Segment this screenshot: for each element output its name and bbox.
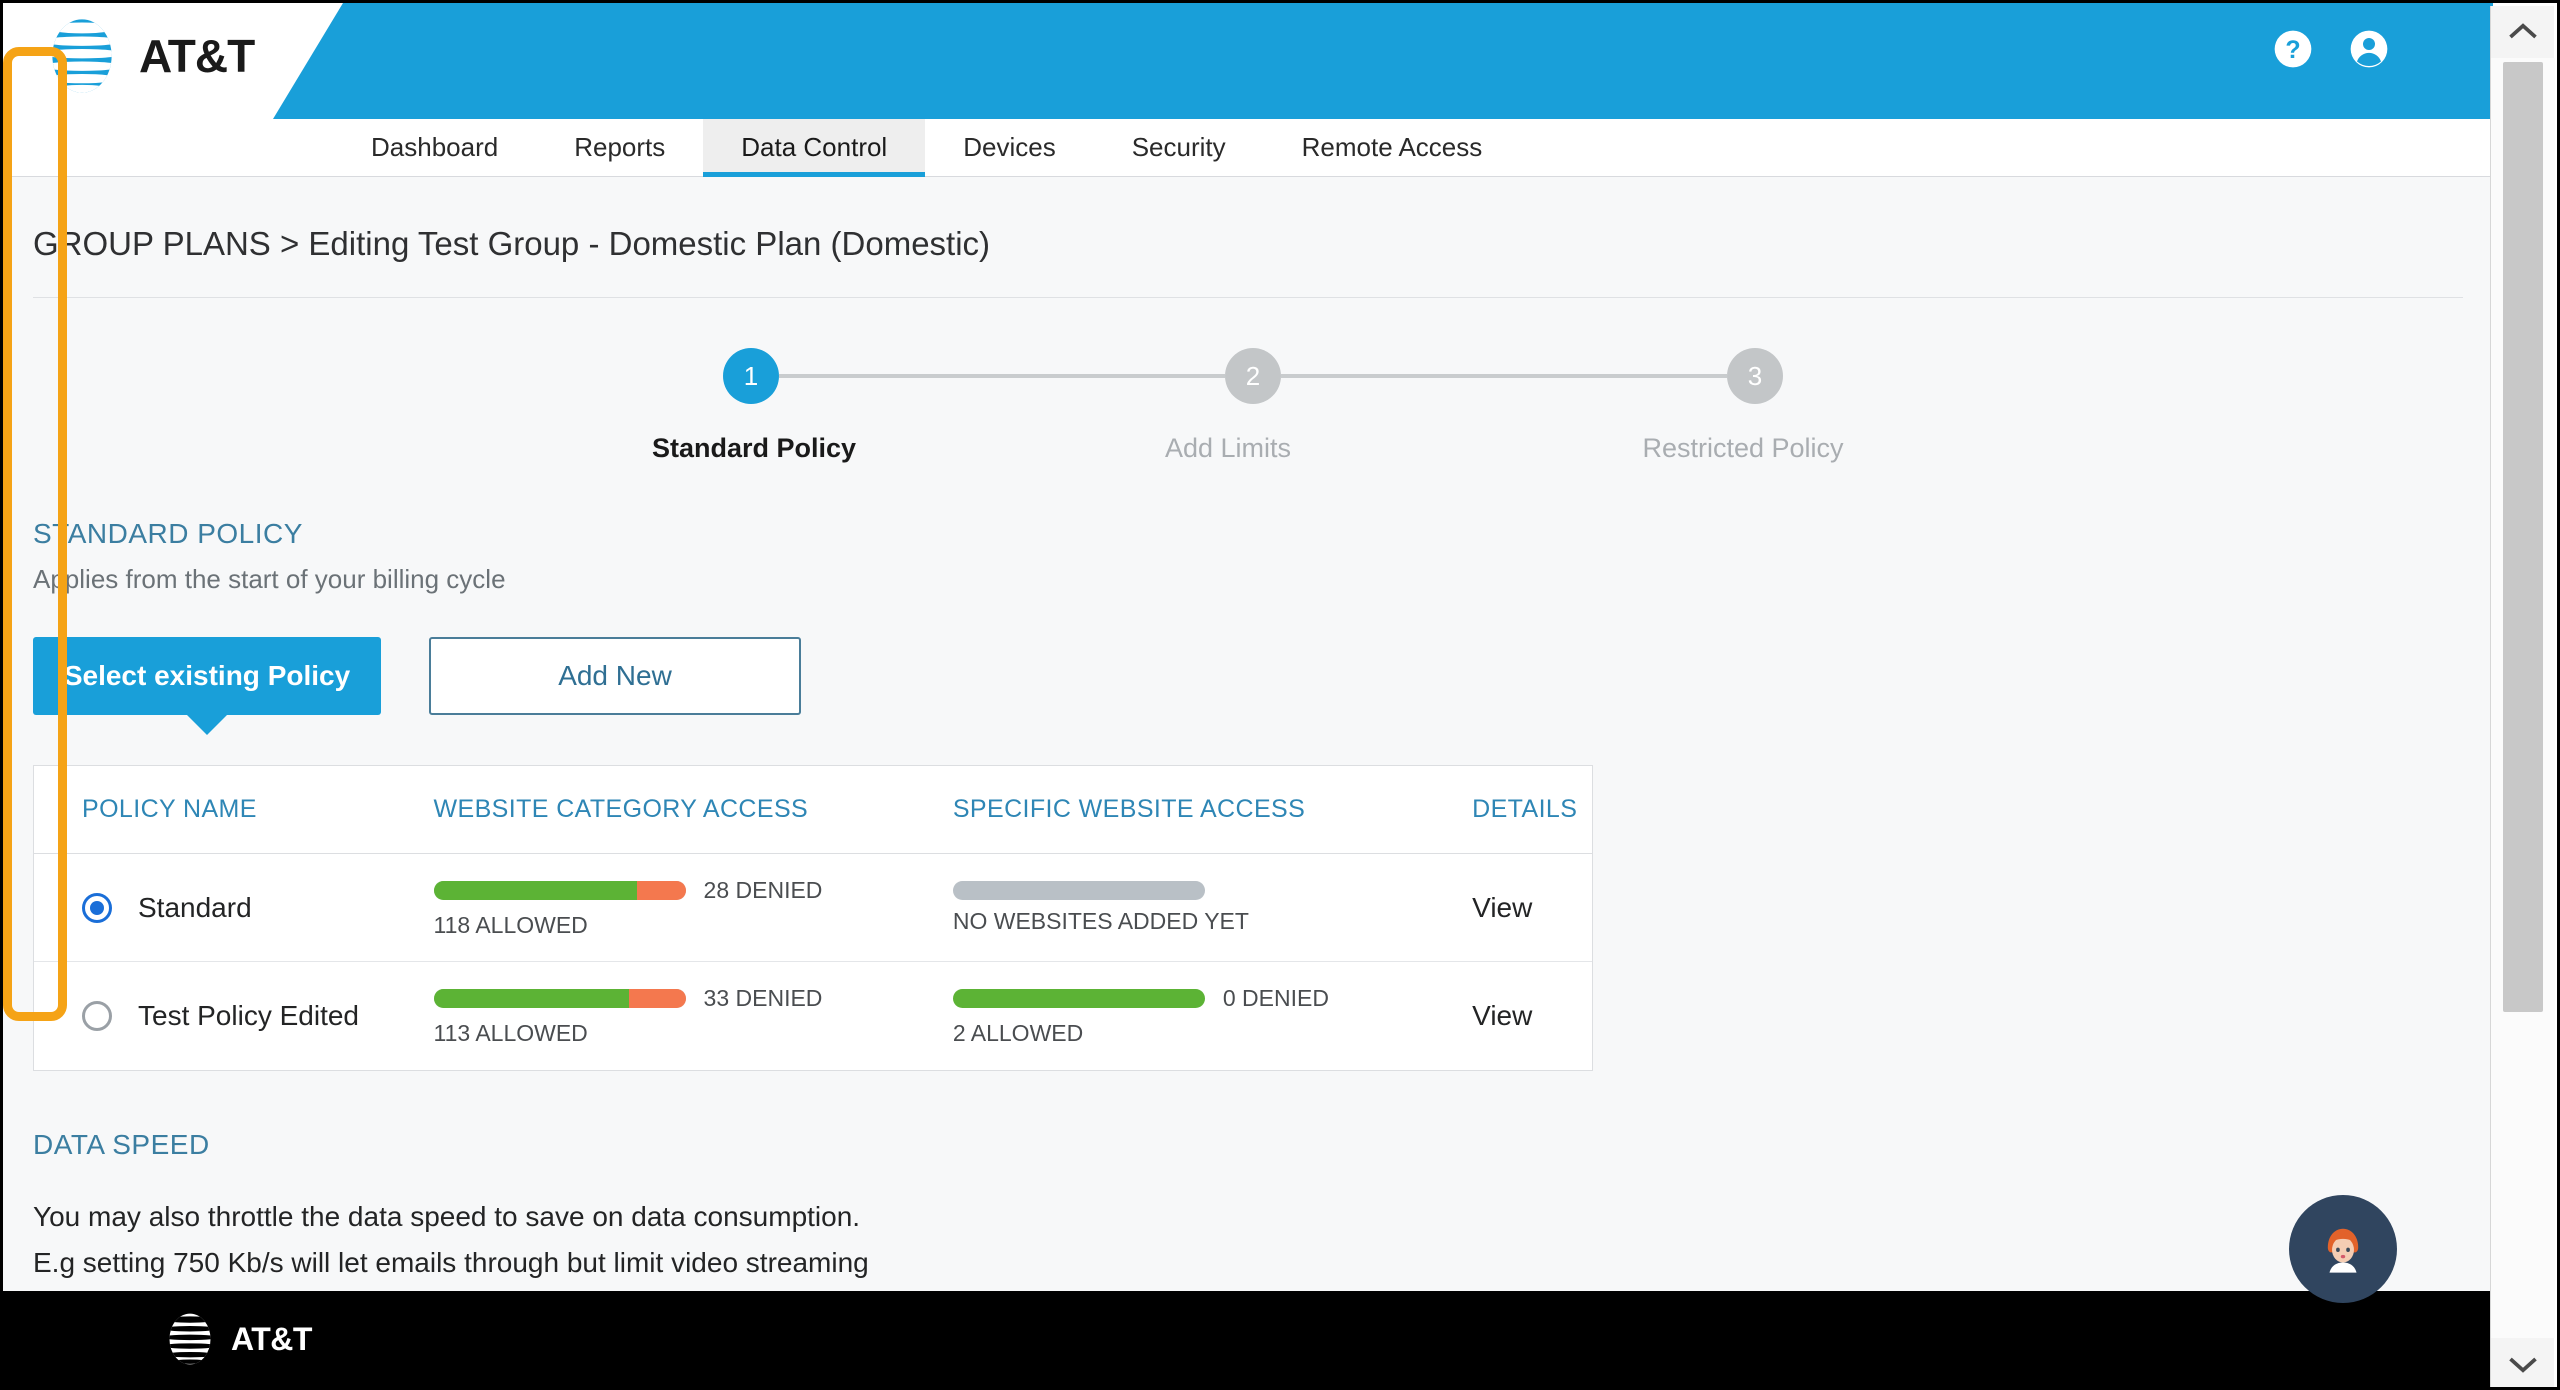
column-header-specific-website-access: SPECIFIC WEBSITE ACCESS xyxy=(952,795,1306,823)
nav-label: Devices xyxy=(963,132,1056,162)
scrollbar-thumb[interactable] xyxy=(2503,62,2543,1012)
view-link[interactable]: View xyxy=(1472,1000,1532,1031)
step-label-restricted-policy: Restricted Policy xyxy=(1642,433,1844,463)
browser-window: AT&T ? Dashboard Reports Data Control De… xyxy=(0,0,2560,1390)
bar-segment-denied xyxy=(637,880,686,900)
wizard-stepper: 1 2 3 Standard Policy Add Limits Restric… xyxy=(33,328,2463,518)
data-speed-heading: DATA SPEED xyxy=(33,1129,210,1160)
policy-radio-test-policy-edited[interactable] xyxy=(82,1001,112,1031)
scroll-down-button[interactable] xyxy=(2491,1338,2555,1387)
virtual-assistant-button[interactable] xyxy=(2289,1195,2397,1303)
website-access-bar xyxy=(952,880,1205,900)
nav-label: Reports xyxy=(574,132,666,162)
header-blue-banner xyxy=(273,3,2493,119)
step-circle-3[interactable]: 3 xyxy=(1727,348,1783,404)
att-globe-icon-footer xyxy=(169,1313,211,1365)
category-denied-label: 33 DENIED xyxy=(703,985,823,1011)
step-circle-2[interactable]: 2 xyxy=(1225,348,1281,404)
policy-name-cell: Standard xyxy=(34,892,434,924)
page-viewport: AT&T ? Dashboard Reports Data Control De… xyxy=(3,3,2493,1387)
policy-name-cell: Test Policy Edited xyxy=(34,1000,434,1032)
step-connector-2 xyxy=(1281,374,1727,378)
step-connector-1 xyxy=(779,374,1225,378)
svg-text:?: ? xyxy=(2285,36,2300,64)
column-header-website-category-access: WEBSITE CATEGORY ACCESS xyxy=(433,795,809,823)
column-header-details: DETAILS xyxy=(1472,795,1578,823)
policy-name-label: Standard xyxy=(138,891,252,923)
footer-brand-text: AT&T xyxy=(231,1320,312,1357)
policy-name-label: Test Policy Edited xyxy=(138,1000,359,1031)
policy-table: POLICY NAME WEBSITE CATEGORY ACCESS SPEC… xyxy=(33,765,1593,1071)
main-navigation: Dashboard Reports Data Control Devices S… xyxy=(3,119,2493,177)
bar-segment-allowed xyxy=(433,880,638,900)
select-existing-policy-button[interactable]: Select existing Policy xyxy=(33,637,381,715)
step-circle-1[interactable]: 1 xyxy=(723,348,779,404)
nav-label: Security xyxy=(1131,132,1226,162)
column-header-policy-name: POLICY NAME xyxy=(82,795,257,823)
standard-policy-heading: STANDARD POLICY xyxy=(33,518,303,549)
add-new-policy-button[interactable]: Add New xyxy=(429,637,801,715)
category-access-bar xyxy=(433,989,686,1008)
help-circle-icon[interactable]: ? xyxy=(2273,29,2313,69)
website-access-cell: 0 DENIED 2 ALLOWED xyxy=(952,985,1472,1047)
header-icon-group: ? xyxy=(2273,29,2389,69)
bar-segment-allowed xyxy=(952,989,1205,1008)
app-header: AT&T ? xyxy=(3,3,2493,119)
website-access-bar xyxy=(952,989,1205,1008)
nav-label: Data Control xyxy=(741,132,888,162)
view-link[interactable]: View xyxy=(1472,892,1532,923)
page-footer: AT&T xyxy=(3,1291,2493,1387)
category-allowed-label: 118 ALLOWED xyxy=(433,911,588,938)
chevron-up-icon xyxy=(2509,23,2537,39)
policy-mode-buttons: Select existing Policy Add New xyxy=(33,637,2463,715)
nav-item-reports[interactable]: Reports xyxy=(536,119,703,176)
table-row[interactable]: Test Policy Edited 33 DENIED 113 ALLOWED xyxy=(34,962,1592,1070)
virtual-assistant-avatar-icon xyxy=(2327,1228,2359,1273)
nav-item-devices[interactable]: Devices xyxy=(925,119,1093,176)
data-speed-description-line2: E.g setting 750 Kb/s will let emails thr… xyxy=(33,1247,869,1278)
details-cell: View xyxy=(1472,1000,1592,1032)
standard-policy-subtitle: Applies from the start of your billing c… xyxy=(33,564,506,594)
vertical-scrollbar[interactable] xyxy=(2490,6,2555,1387)
data-speed-description-line1: You may also throttle the data speed to … xyxy=(33,1201,861,1232)
nav-item-security[interactable]: Security xyxy=(1094,119,1264,176)
nav-item-dashboard[interactable]: Dashboard xyxy=(333,119,536,176)
scroll-up-button[interactable] xyxy=(2491,6,2555,58)
bar-segment-denied xyxy=(628,989,686,1008)
category-access-bar xyxy=(433,880,686,900)
category-allowed-label: 113 ALLOWED xyxy=(433,1020,588,1046)
att-logo[interactable]: AT&T xyxy=(43,17,255,95)
step-label-standard-policy: Standard Policy xyxy=(651,433,857,463)
page-content: GROUP PLANS > Editing Test Group - Domes… xyxy=(3,177,2493,1387)
table-row[interactable]: Standard 28 DENIED 118 ALLOWED NO WEBSIT… xyxy=(34,854,1592,962)
website-allowed-label: 2 ALLOWED xyxy=(952,1020,1084,1046)
policy-radio-standard[interactable] xyxy=(82,892,112,923)
account-circle-icon[interactable] xyxy=(2349,29,2389,69)
step-number: 2 xyxy=(1245,360,1261,391)
step-number: 1 xyxy=(743,360,759,391)
website-denied-label: 0 DENIED xyxy=(1222,985,1329,1011)
policy-table-header: POLICY NAME WEBSITE CATEGORY ACCESS SPEC… xyxy=(34,766,1592,854)
website-empty-label: NO WEBSITES ADDED YET xyxy=(952,907,1249,934)
nav-label: Remote Access xyxy=(1301,132,1483,162)
step-number: 3 xyxy=(1747,360,1763,391)
details-cell: View xyxy=(1472,892,1592,924)
step-label-add-limits: Add Limits xyxy=(1164,433,1292,463)
att-globe-icon xyxy=(52,19,112,93)
breadcrumb: GROUP PLANS > Editing Test Group - Domes… xyxy=(33,177,2463,298)
website-access-cell: NO WEBSITES ADDED YET xyxy=(952,880,1472,935)
att-logo-text: AT&T xyxy=(139,30,255,82)
nav-item-remote-access[interactable]: Remote Access xyxy=(1264,119,1521,176)
chevron-down-icon xyxy=(2509,1357,2537,1373)
bar-segment-allowed xyxy=(433,989,629,1008)
category-denied-label: 28 DENIED xyxy=(703,876,823,903)
category-access-cell: 28 DENIED 118 ALLOWED xyxy=(433,876,953,939)
category-access-cell: 33 DENIED 113 ALLOWED xyxy=(433,985,953,1047)
nav-label: Dashboard xyxy=(371,132,499,162)
nav-item-data-control[interactable]: Data Control xyxy=(703,119,926,177)
